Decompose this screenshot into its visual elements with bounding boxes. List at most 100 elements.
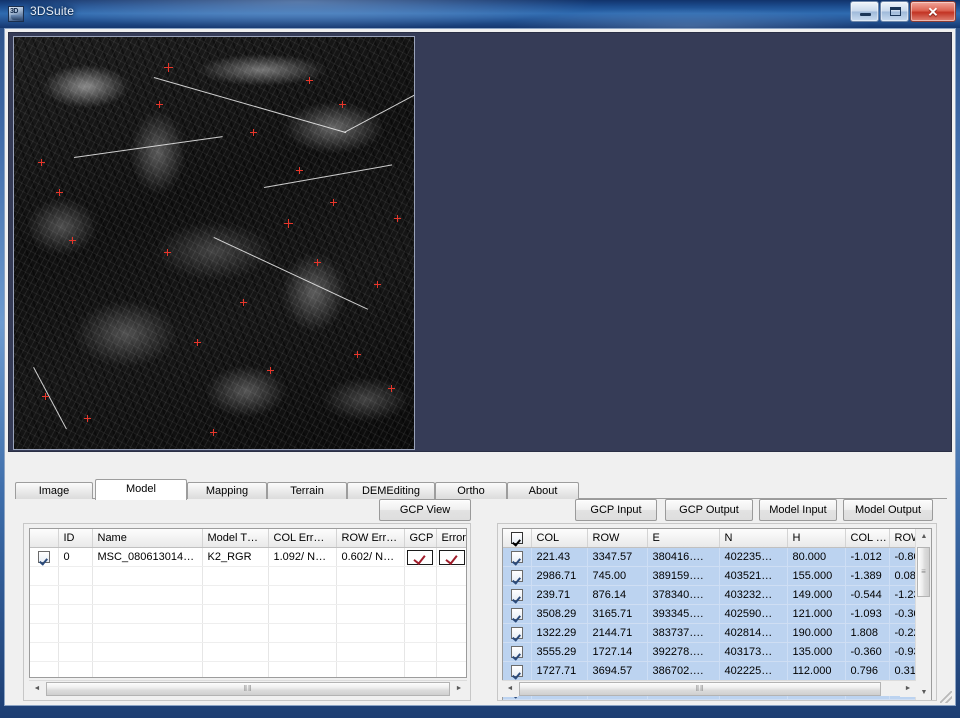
gcp-marker[interactable] xyxy=(156,101,163,108)
model-row-error-cell[interactable] xyxy=(436,547,466,567)
model-col-type[interactable]: Model T… xyxy=(202,529,269,548)
gcp-row-checkbox-cell[interactable] xyxy=(503,604,532,624)
gcp-marker[interactable] xyxy=(267,367,274,374)
model-col-gcp[interactable]: GCP xyxy=(404,529,437,548)
gcp-marker[interactable] xyxy=(164,249,171,256)
gcp-marker[interactable] xyxy=(38,159,45,166)
model-col-error[interactable]: Error xyxy=(436,529,466,548)
table-row[interactable]: 0 MSC_080613014… K2_RGR 1.092/ N… 0.602/… xyxy=(30,547,466,567)
maximize-button[interactable] xyxy=(880,1,909,22)
scroll-left-arrow[interactable]: ◄ xyxy=(502,681,518,697)
minimize-button[interactable] xyxy=(850,1,879,22)
gcp-table-vscrollbar[interactable]: ▲ ▼ ≡ xyxy=(915,529,931,700)
row-checkbox[interactable] xyxy=(510,627,523,640)
gcp-col-colres[interactable]: COL … xyxy=(845,529,890,548)
gcp-view-button[interactable]: GCP View xyxy=(379,499,471,521)
model-col-id[interactable]: ID xyxy=(58,529,93,548)
scroll-right-arrow[interactable]: ► xyxy=(451,681,467,697)
gcp-row-checkbox-cell[interactable] xyxy=(503,585,532,605)
gcp-check-icon[interactable] xyxy=(407,549,433,565)
model-input-button[interactable]: Model Input xyxy=(759,499,837,521)
table-row[interactable]: 1322.29 2144.71 383737…. 402814… 190.000… xyxy=(503,623,931,643)
gcp-col-row[interactable]: ROW xyxy=(587,529,648,548)
tab-model[interactable]: Model xyxy=(95,479,187,500)
model-row-gcp-cell[interactable] xyxy=(404,547,437,567)
row-checkbox[interactable] xyxy=(510,589,523,602)
table-row[interactable]: 3555.29 1727.14 392278…. 403173… 135.000… xyxy=(503,642,931,662)
tab-mapping[interactable]: Mapping xyxy=(187,482,267,499)
gcp-row-checkbox-cell[interactable] xyxy=(503,642,532,662)
scroll-up-arrow[interactable]: ▲ xyxy=(916,529,931,545)
scroll-left-arrow[interactable]: ◄ xyxy=(29,681,45,697)
gcp-marker[interactable] xyxy=(339,101,346,108)
gcp-col-e[interactable]: E xyxy=(647,529,720,548)
gcp-marker[interactable] xyxy=(306,77,313,84)
gcp-marker[interactable] xyxy=(56,189,63,196)
table-row[interactable]: 2986.71 745.00 389159…. 403521… 155.000 … xyxy=(503,566,931,586)
gcp-row-checkbox-cell[interactable] xyxy=(503,566,532,586)
viewport-panel[interactable] xyxy=(8,32,952,452)
error-check-icon[interactable] xyxy=(439,549,465,565)
row-checkbox[interactable] xyxy=(510,551,523,564)
table-row-empty[interactable] xyxy=(30,604,466,624)
gcp-marker[interactable] xyxy=(330,199,337,206)
gcp-row-checkbox-cell[interactable] xyxy=(503,623,532,643)
gcp-marker[interactable] xyxy=(164,63,173,72)
gcp-marker[interactable] xyxy=(194,339,201,346)
gcp-marker[interactable] xyxy=(296,167,303,174)
satellite-image-panel[interactable] xyxy=(13,36,415,450)
gcp-row-checkbox-cell[interactable] xyxy=(503,661,532,681)
table-row-empty[interactable] xyxy=(30,585,466,605)
table-row[interactable]: 221.43 3347.57 380416…. 402235… 80.000 -… xyxy=(503,547,931,567)
tab-terrain[interactable]: Terrain xyxy=(267,482,347,499)
model-table-hscrollbar[interactable]: ◄ ► ‖‖ xyxy=(29,680,467,697)
model-row-checkbox-cell[interactable] xyxy=(30,547,59,567)
table-row-empty[interactable] xyxy=(30,623,466,643)
gcp-marker[interactable] xyxy=(42,393,49,400)
gcp-marker[interactable] xyxy=(284,219,293,228)
gcp-marker[interactable] xyxy=(210,429,217,436)
model-table-panel[interactable]: ID Name Model T… COL Err… ROW Err… GCP E… xyxy=(29,528,467,678)
row-checkbox[interactable] xyxy=(510,608,523,621)
gcp-table-panel[interactable]: COL ROW E N H COL … ROW 221.43 3347.57 3… xyxy=(502,528,932,700)
gcp-marker[interactable] xyxy=(388,385,395,392)
gcp-marker[interactable] xyxy=(69,237,76,244)
gcp-marker[interactable] xyxy=(394,215,401,222)
model-col-colerr[interactable]: COL Err… xyxy=(268,529,337,548)
hscroll-thumb[interactable]: ‖‖ xyxy=(46,682,450,696)
tab-demediting[interactable]: DEMEditing xyxy=(347,482,435,499)
gcp-marker[interactable] xyxy=(240,299,247,306)
table-row-empty[interactable] xyxy=(30,661,466,677)
gcp-marker[interactable] xyxy=(250,129,257,136)
scroll-right-arrow[interactable]: ► xyxy=(900,681,916,697)
tab-ortho[interactable]: Ortho xyxy=(435,482,507,499)
row-checkbox[interactable] xyxy=(37,551,50,564)
model-col-rowerr[interactable]: ROW Err… xyxy=(336,529,405,548)
tab-image[interactable]: Image xyxy=(15,482,93,499)
model-col-check[interactable] xyxy=(30,529,59,548)
model-table[interactable]: ID Name Model T… COL Err… ROW Err… GCP E… xyxy=(30,529,466,677)
gcp-marker[interactable] xyxy=(374,281,381,288)
gcp-row-checkbox-cell[interactable] xyxy=(503,699,532,700)
gcp-input-button[interactable]: GCP Input xyxy=(575,499,657,521)
table-row[interactable]: 239.71 876.14 378340…. 403232… 149.000 -… xyxy=(503,585,931,605)
table-row[interactable]: 3508.29 3165.71 393345…. 402590… 121.000… xyxy=(503,604,931,624)
gcp-marker[interactable] xyxy=(314,259,321,266)
gcp-col-check[interactable] xyxy=(503,529,532,548)
gcp-marker[interactable] xyxy=(354,351,361,358)
table-row[interactable]: 3154.43 2395.71 391257…. 402869… 155.000… xyxy=(503,699,931,700)
table-row-empty[interactable] xyxy=(30,566,466,586)
row-checkbox[interactable] xyxy=(510,665,523,678)
row-checkbox[interactable] xyxy=(510,570,523,583)
row-checkbox[interactable] xyxy=(510,646,523,659)
tab-about[interactable]: About xyxy=(507,482,579,499)
gcp-output-button[interactable]: GCP Output xyxy=(665,499,753,521)
select-all-checkbox[interactable] xyxy=(510,532,523,545)
table-row-empty[interactable] xyxy=(30,642,466,662)
hscroll-thumb[interactable]: ‖‖ xyxy=(519,682,881,696)
gcp-col-n[interactable]: N xyxy=(719,529,788,548)
close-button[interactable]: ✕ xyxy=(910,1,956,22)
model-output-button[interactable]: Model Output xyxy=(843,499,933,521)
scroll-down-arrow[interactable]: ▼ xyxy=(916,685,931,700)
gcp-col-col[interactable]: COL xyxy=(531,529,588,548)
